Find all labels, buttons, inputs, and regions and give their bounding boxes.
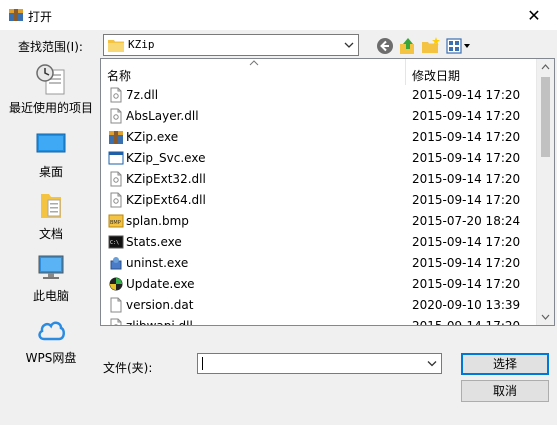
file-row[interactable]: uninst.exe 2015-09-14 17:20 (101, 253, 531, 274)
kzip-app-icon (9, 9, 23, 21)
file-row[interactable]: AbsLayer.dll 2015-09-14 17:20 (101, 106, 531, 127)
file-name: Update.exe (126, 277, 195, 291)
file-row[interactable]: Update.exe 2015-09-14 17:20 (101, 274, 531, 295)
place-this-pc[interactable]: 此电脑 (4, 252, 98, 304)
close-icon: ✕ (527, 5, 541, 25)
documents-icon (41, 194, 61, 218)
folder-icon (108, 40, 124, 52)
look-in-value: KZip (128, 38, 155, 51)
place-label: WPS网盘 (25, 351, 77, 365)
recent-items-icon (36, 64, 65, 95)
file-row[interactable]: KZip.exe 2015-09-14 17:20 (101, 127, 531, 148)
file-row[interactable]: BMP splan.bmp 2015-07-20 18:24 (101, 211, 531, 232)
window-title: 打开 (28, 10, 53, 24)
new-folder-icon (422, 37, 440, 53)
this-pc-icon (38, 255, 64, 279)
scroll-down-icon[interactable] (541, 314, 550, 320)
file-date: 2015-09-14 17:20 (412, 151, 521, 165)
file-name: version.dat (126, 298, 194, 312)
up-folder-icon (400, 38, 414, 54)
desktop-icon (36, 133, 66, 153)
place-recent-items[interactable]: 最近使用的项目 (4, 64, 98, 116)
file-row[interactable]: 7z.dll 2015-09-14 17:20 (101, 85, 531, 106)
close-button[interactable]: ✕ (511, 0, 557, 30)
look-in-label: 查找范围(I): (18, 40, 83, 54)
dll-icon (108, 318, 124, 325)
file-name: splan.bmp (126, 214, 189, 228)
file-date: 2015-09-14 17:20 (412, 319, 521, 326)
vertical-scrollbar[interactable] (536, 59, 554, 325)
place-label: 最近使用的项目 (8, 101, 93, 115)
sort-ascending-icon (249, 60, 259, 66)
file-name: KZipExt64.dll (126, 193, 206, 207)
view-menu-button[interactable] (446, 36, 472, 56)
place-label: 桌面 (38, 165, 63, 179)
select-button[interactable]: 选择 (461, 353, 549, 375)
view-menu-icon (446, 38, 470, 54)
filename-label: 文件(夹): (103, 361, 153, 375)
file-icon (108, 297, 124, 313)
dll-icon (108, 192, 124, 208)
file-name: AbsLayer.dll (126, 109, 199, 123)
file-date: 2015-09-14 17:20 (412, 256, 521, 270)
file-row[interactable]: C:\ Stats.exe 2015-09-14 17:20 (101, 232, 531, 253)
window-exe-icon (108, 150, 124, 166)
dll-icon (108, 87, 124, 103)
svg-text:C:\: C:\ (110, 240, 119, 246)
file-name: zlibwapi.dll (126, 319, 193, 326)
file-date: 2015-09-14 17:20 (412, 193, 521, 207)
file-name: Stats.exe (126, 235, 182, 249)
text-caret (202, 357, 203, 370)
file-name: 7z.dll (126, 88, 159, 102)
new-folder-button[interactable] (421, 36, 441, 56)
file-row[interactable]: version.dat 2020-09-10 13:39 (101, 295, 531, 316)
chevron-down-icon[interactable] (425, 356, 439, 371)
place-desktop[interactable]: 桌面 (4, 128, 98, 180)
title-bar: 打开 ✕ (0, 0, 557, 30)
dll-icon (108, 171, 124, 187)
uninstaller-icon (108, 255, 124, 271)
dll-icon (108, 108, 124, 124)
scroll-up-icon[interactable] (541, 64, 550, 70)
file-name: uninst.exe (126, 256, 189, 270)
bmp-icon: BMP (108, 213, 124, 229)
file-date: 2015-09-14 17:20 (412, 172, 521, 186)
file-date: 2015-09-14 17:20 (412, 130, 521, 144)
file-row[interactable]: KZip_Svc.exe 2015-09-14 17:20 (101, 148, 531, 169)
scrollbar-thumb[interactable] (541, 77, 550, 157)
place-wps-cloud[interactable]: WPS网盘 (4, 314, 98, 366)
back-button[interactable] (375, 36, 395, 56)
wps-cloud-icon (38, 321, 65, 341)
places-bar: 最近使用的项目 桌面 文档 此电脑 WPS网盘 (4, 58, 94, 365)
console-icon: C:\ (108, 234, 124, 250)
file-date: 2015-09-14 17:20 (412, 277, 521, 291)
place-label: 文档 (38, 227, 63, 241)
file-list[interactable]: 名称 修改日期 7z.dll 2015-09-14 17:20 AbsLayer.d… (100, 58, 555, 326)
look-in-combobox[interactable]: KZip (103, 34, 359, 56)
file-name: KZipExt32.dll (126, 172, 206, 186)
update-icon (108, 276, 124, 292)
up-folder-button[interactable] (398, 36, 418, 56)
chevron-down-icon[interactable] (342, 37, 356, 53)
file-date: 2020-09-10 13:39 (412, 298, 521, 312)
back-arrow-icon (377, 38, 393, 54)
svg-text:BMP: BMP (110, 220, 121, 226)
place-label: 此电脑 (32, 289, 69, 303)
cancel-button[interactable]: 取消 (461, 380, 549, 402)
file-date: 2015-09-14 17:20 (412, 109, 521, 123)
file-row[interactable]: KZipExt32.dll 2015-09-14 17:20 (101, 169, 531, 190)
file-name: KZip.exe (126, 130, 179, 144)
file-date: 2015-09-14 17:20 (412, 88, 521, 102)
kzip-app-icon (108, 129, 124, 145)
filename-input[interactable] (197, 353, 442, 374)
file-name: KZip_Svc.exe (126, 151, 206, 165)
column-divider[interactable] (405, 59, 406, 85)
place-documents[interactable]: 文档 (4, 190, 98, 242)
file-row[interactable]: KZipExt64.dll 2015-09-14 17:20 (101, 190, 531, 211)
file-date: 2015-07-20 18:24 (412, 214, 521, 228)
file-row[interactable]: zlibwapi.dll 2015-09-14 17:20 (101, 316, 531, 326)
file-date: 2015-09-14 17:20 (412, 235, 521, 249)
